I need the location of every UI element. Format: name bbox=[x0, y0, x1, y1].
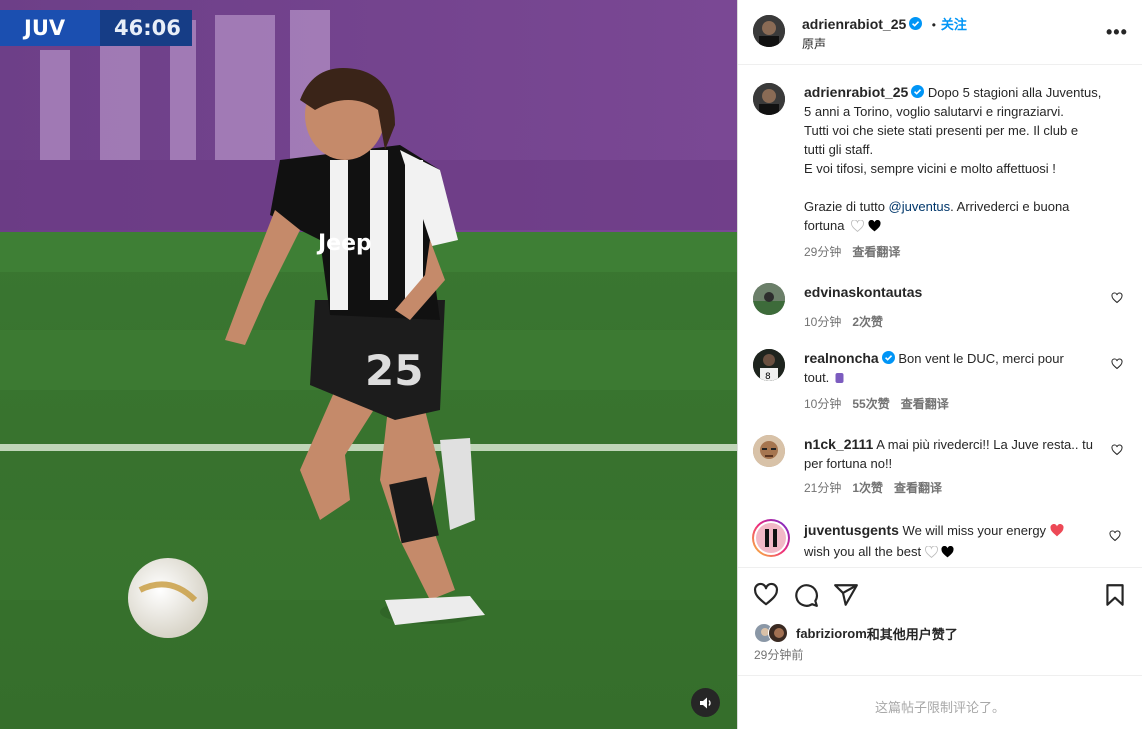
like-comment-heart-icon[interactable] bbox=[1111, 292, 1123, 304]
avatar-photo-icon bbox=[753, 283, 785, 315]
avatar-photo-icon bbox=[756, 523, 786, 553]
scoreboard: JUV 46:06 bbox=[0, 10, 192, 46]
comments-list: adrienrabiot_25 Dopo 5 stagioni alla Juv… bbox=[738, 65, 1142, 568]
avatar-photo-icon bbox=[768, 623, 788, 643]
comment-text: We will miss your energy bbox=[902, 523, 1050, 538]
translate-link[interactable]: 查看翻译 bbox=[901, 395, 949, 414]
caption-line: tutti gli staff. bbox=[804, 142, 874, 157]
caption-username[interactable]: adrienrabiot_25 bbox=[804, 84, 908, 100]
comment-text: tout. bbox=[804, 370, 833, 385]
svg-text:8: 8 bbox=[765, 372, 771, 381]
comment-time[interactable]: 10分钟 bbox=[804, 313, 841, 332]
comment-meta: 21分钟 1次赞 查看翻译 bbox=[804, 479, 1114, 498]
video-player[interactable]: 25 Jeep JUV 46:06 bbox=[0, 0, 737, 729]
speaker-icon bbox=[699, 697, 711, 708]
comments-restricted-notice: 这篇帖子限制评论了。 bbox=[874, 700, 1005, 715]
comment-likes[interactable]: 1次赞 bbox=[852, 479, 883, 498]
commenter-username[interactable]: juventusgents bbox=[804, 522, 899, 538]
caption-meta: 29分钟 查看翻译 bbox=[804, 243, 1114, 262]
avatar-photo-icon bbox=[753, 83, 785, 115]
commenter-username[interactable]: edvinaskontautas bbox=[804, 284, 922, 300]
caption-line: . Arrivederci e buona bbox=[950, 199, 1070, 214]
black-heart-emoji-icon bbox=[868, 218, 881, 237]
likes-summary: fabriziorom 和其他用户赞了 bbox=[754, 623, 958, 643]
video-frame: 25 Jeep bbox=[0, 0, 737, 729]
comment-likes[interactable]: 55次赞 bbox=[852, 395, 889, 414]
like-comment-heart-icon[interactable] bbox=[1109, 530, 1121, 542]
avatar-photo-icon: 8 bbox=[753, 349, 785, 381]
post-header: adrienrabiot_25 • 关注 原声 ••• bbox=[738, 0, 1142, 65]
post-sidebar: adrienrabiot_25 • 关注 原声 ••• adrienrabiot_… bbox=[737, 0, 1142, 729]
caption-line: 5 anni a Torino, voglio salutarvi e ring… bbox=[804, 104, 1064, 119]
commenter-avatar-story-ring[interactable] bbox=[752, 519, 790, 557]
comment-body: edvinaskontautas 10分钟 2次赞 bbox=[804, 283, 1114, 332]
post-viewer: 25 Jeep JUV 46:06 adrienrabiot_25 • 关注 原… bbox=[0, 0, 1142, 729]
verified-badge-icon bbox=[909, 17, 923, 30]
author-username[interactable]: adrienrabiot_25 bbox=[802, 16, 906, 32]
caption-line: Tutti voi che siete stati presenti per m… bbox=[804, 123, 1079, 138]
commenter-avatar[interactable] bbox=[753, 283, 785, 315]
liked-by-user[interactable]: fabriziorom bbox=[796, 626, 867, 641]
caption-body: adrienrabiot_25 Dopo 5 stagioni alla Juv… bbox=[804, 83, 1114, 262]
comment-text: wish you all the best bbox=[804, 544, 925, 559]
like-button-heart-icon[interactable] bbox=[753, 582, 779, 608]
purple-heart-emoji-icon bbox=[833, 370, 846, 389]
comment-text: per fortuna no!! bbox=[804, 456, 893, 471]
author-avatar[interactable] bbox=[753, 15, 785, 47]
posted-time[interactable]: 29分钟前 bbox=[754, 646, 803, 663]
comment-meta: 10分钟 2次赞 bbox=[804, 313, 1114, 332]
red-heart-emoji-icon bbox=[1050, 523, 1064, 542]
liked-by-suffix[interactable]: 和其他用户赞了 bbox=[867, 624, 958, 643]
caption-line: E voi tifosi, sempre vicini e molto affe… bbox=[804, 161, 1056, 176]
svg-text:25: 25 bbox=[365, 346, 423, 395]
white-heart-emoji-icon bbox=[924, 544, 938, 563]
comment-body: juventusgents We will miss your energy w… bbox=[804, 521, 1114, 563]
white-heart-emoji-icon bbox=[851, 218, 865, 237]
author-line: adrienrabiot_25 • 关注 bbox=[802, 14, 967, 34]
commenter-username[interactable]: realnoncha bbox=[804, 350, 879, 366]
avatar-photo-icon bbox=[753, 435, 785, 467]
comment-likes[interactable]: 2次赞 bbox=[852, 313, 883, 332]
comment-body: n1ck_2111 A mai più rivederci!! La Juve … bbox=[804, 435, 1114, 498]
svg-text:Jeep: Jeep bbox=[316, 231, 372, 256]
avatar-photo-icon bbox=[753, 15, 785, 47]
action-bar: fabriziorom 和其他用户赞了 29分钟前 bbox=[738, 568, 1142, 676]
caption-time[interactable]: 29分钟 bbox=[804, 243, 841, 262]
comment-text: Bon vent le DUC, merci pour bbox=[898, 351, 1064, 366]
commenter-avatar[interactable] bbox=[753, 435, 785, 467]
comment-time[interactable]: 21分钟 bbox=[804, 479, 841, 498]
liker-avatars bbox=[754, 623, 790, 643]
verified-badge-icon bbox=[881, 351, 895, 364]
caption-avatar[interactable] bbox=[753, 83, 785, 115]
verified-badge-icon bbox=[911, 85, 925, 98]
black-heart-emoji-icon bbox=[941, 544, 954, 563]
caption-line: Dopo 5 stagioni alla Juventus, bbox=[927, 85, 1102, 100]
follow-button[interactable]: 关注 bbox=[941, 17, 967, 32]
comment-bubble-icon[interactable] bbox=[793, 582, 819, 608]
scoreboard-clock: 46:06 bbox=[100, 10, 192, 46]
comment-time[interactable]: 10分钟 bbox=[804, 395, 841, 414]
save-bookmark-icon[interactable] bbox=[1102, 582, 1128, 608]
like-comment-heart-icon[interactable] bbox=[1111, 444, 1123, 456]
caption-line: fortuna bbox=[804, 218, 845, 233]
translate-link[interactable]: 查看翻译 bbox=[894, 479, 942, 498]
translate-link[interactable]: 查看翻译 bbox=[852, 243, 900, 262]
comment-body: realnoncha Bon vent le DUC, merci pour t… bbox=[804, 349, 1114, 414]
separator-dot: • bbox=[931, 18, 936, 32]
commenter-avatar[interactable]: 8 bbox=[753, 349, 785, 381]
like-comment-heart-icon[interactable] bbox=[1111, 358, 1123, 370]
mention-link[interactable]: @juventus bbox=[889, 199, 951, 214]
scoreboard-team: JUV bbox=[0, 10, 100, 46]
more-options-button[interactable]: ••• bbox=[1106, 22, 1128, 43]
audio-label[interactable]: 原声 bbox=[802, 35, 826, 52]
share-paper-plane-icon[interactable] bbox=[833, 582, 859, 608]
comment-meta: 10分钟 55次赞 查看翻译 bbox=[804, 395, 1114, 414]
comment-text: A mai più rivederci!! La Juve resta.. tu bbox=[876, 437, 1093, 452]
mute-button[interactable] bbox=[691, 688, 720, 717]
commenter-username[interactable]: n1ck_2111 bbox=[804, 436, 873, 452]
caption-line: Grazie di tutto bbox=[804, 199, 889, 214]
